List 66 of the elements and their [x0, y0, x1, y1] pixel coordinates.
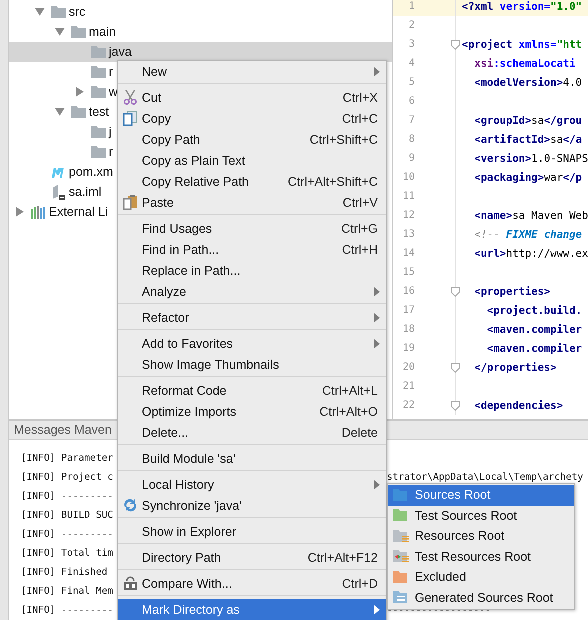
line-number: 4 [408, 58, 415, 69]
line-number: 6 [408, 96, 415, 107]
code-token: <project.build. [486, 304, 582, 316]
line-number: 12 [402, 210, 415, 221]
console-line: [INFO] --------- [21, 605, 114, 616]
console-line: [INFO] Project c [21, 472, 114, 483]
line-number: 11 [402, 191, 415, 202]
line-number: 20 [402, 362, 415, 373]
code-token: <name> [474, 210, 513, 222]
line-number: 17 [402, 305, 415, 316]
line-number: 8 [408, 134, 415, 145]
line-number: 14 [402, 248, 415, 259]
console-line: [INFO] Final Mem [21, 586, 114, 597]
code-token: <properties> [474, 286, 551, 298]
code-token: <dependencies> [474, 400, 564, 412]
code-token: http://www.ex [506, 248, 588, 260]
code-token: </a [563, 134, 582, 146]
console-line: [INFO] --------- [21, 529, 114, 540]
line-number: 3 [408, 39, 415, 50]
code-token: "1.0" [550, 0, 582, 12]
code-token: <!-- [474, 228, 501, 240]
line-number: 15 [402, 267, 415, 278]
line-number: 1 [408, 1, 415, 12]
code-token: war [544, 172, 564, 184]
line-number: 18 [402, 324, 415, 335]
code-token: <modelVersion> [474, 76, 564, 88]
line-number: 16 [402, 286, 415, 297]
console-line: [INFO] Total tim [21, 548, 114, 559]
line-number: 22 [402, 400, 415, 411]
code-token: "htt [556, 38, 582, 50]
line-number: 19 [402, 343, 415, 354]
code-token: <maven.compiler [486, 324, 582, 336]
line-number: 13 [402, 229, 415, 240]
code-token: :schemaLocati [494, 58, 576, 70]
line-number: 9 [408, 153, 415, 164]
line-number: 10 [402, 172, 415, 183]
code-token: </p [563, 172, 582, 184]
code-token: sa Maven Web [512, 210, 588, 222]
code-token: <groupId> [474, 114, 532, 126]
code-token: 4.0 [563, 76, 582, 88]
code-token: <packaging> [474, 172, 544, 184]
line-number: 7 [408, 115, 415, 126]
code-token: sa [532, 114, 544, 126]
code-token: 1.0-SNAPS [532, 152, 588, 164]
line-number: 2 [408, 20, 415, 31]
code-token: xmlns= [518, 38, 557, 50]
code-token: <url> [474, 248, 506, 260]
code-token: <project [462, 38, 513, 50]
console-line: [INFO] --------- [21, 491, 114, 502]
code-token: FIXME change [506, 228, 582, 240]
console-line: [INFO] BUILD SUC [21, 510, 114, 521]
code-token: <artifactId> [474, 134, 551, 146]
line-number: 21 [402, 381, 415, 392]
console-line: ------------------ [387, 605, 492, 616]
code-token: xsi [474, 58, 494, 70]
console-line: [INFO] Finished [21, 567, 109, 578]
code-token: </properties> [474, 362, 557, 374]
console-line: [INFO] Parameter [21, 453, 114, 464]
line-number: 5 [408, 77, 415, 88]
code-token: version= [498, 0, 551, 12]
code-token: </grou [544, 114, 582, 126]
code-token: <?xml [462, 0, 494, 12]
code-token: <version> [474, 152, 532, 164]
code-token: sa [550, 134, 564, 146]
console-line: strator\AppData\Local\Temp\archety [387, 472, 584, 483]
code-token: <maven.compiler [486, 342, 582, 354]
